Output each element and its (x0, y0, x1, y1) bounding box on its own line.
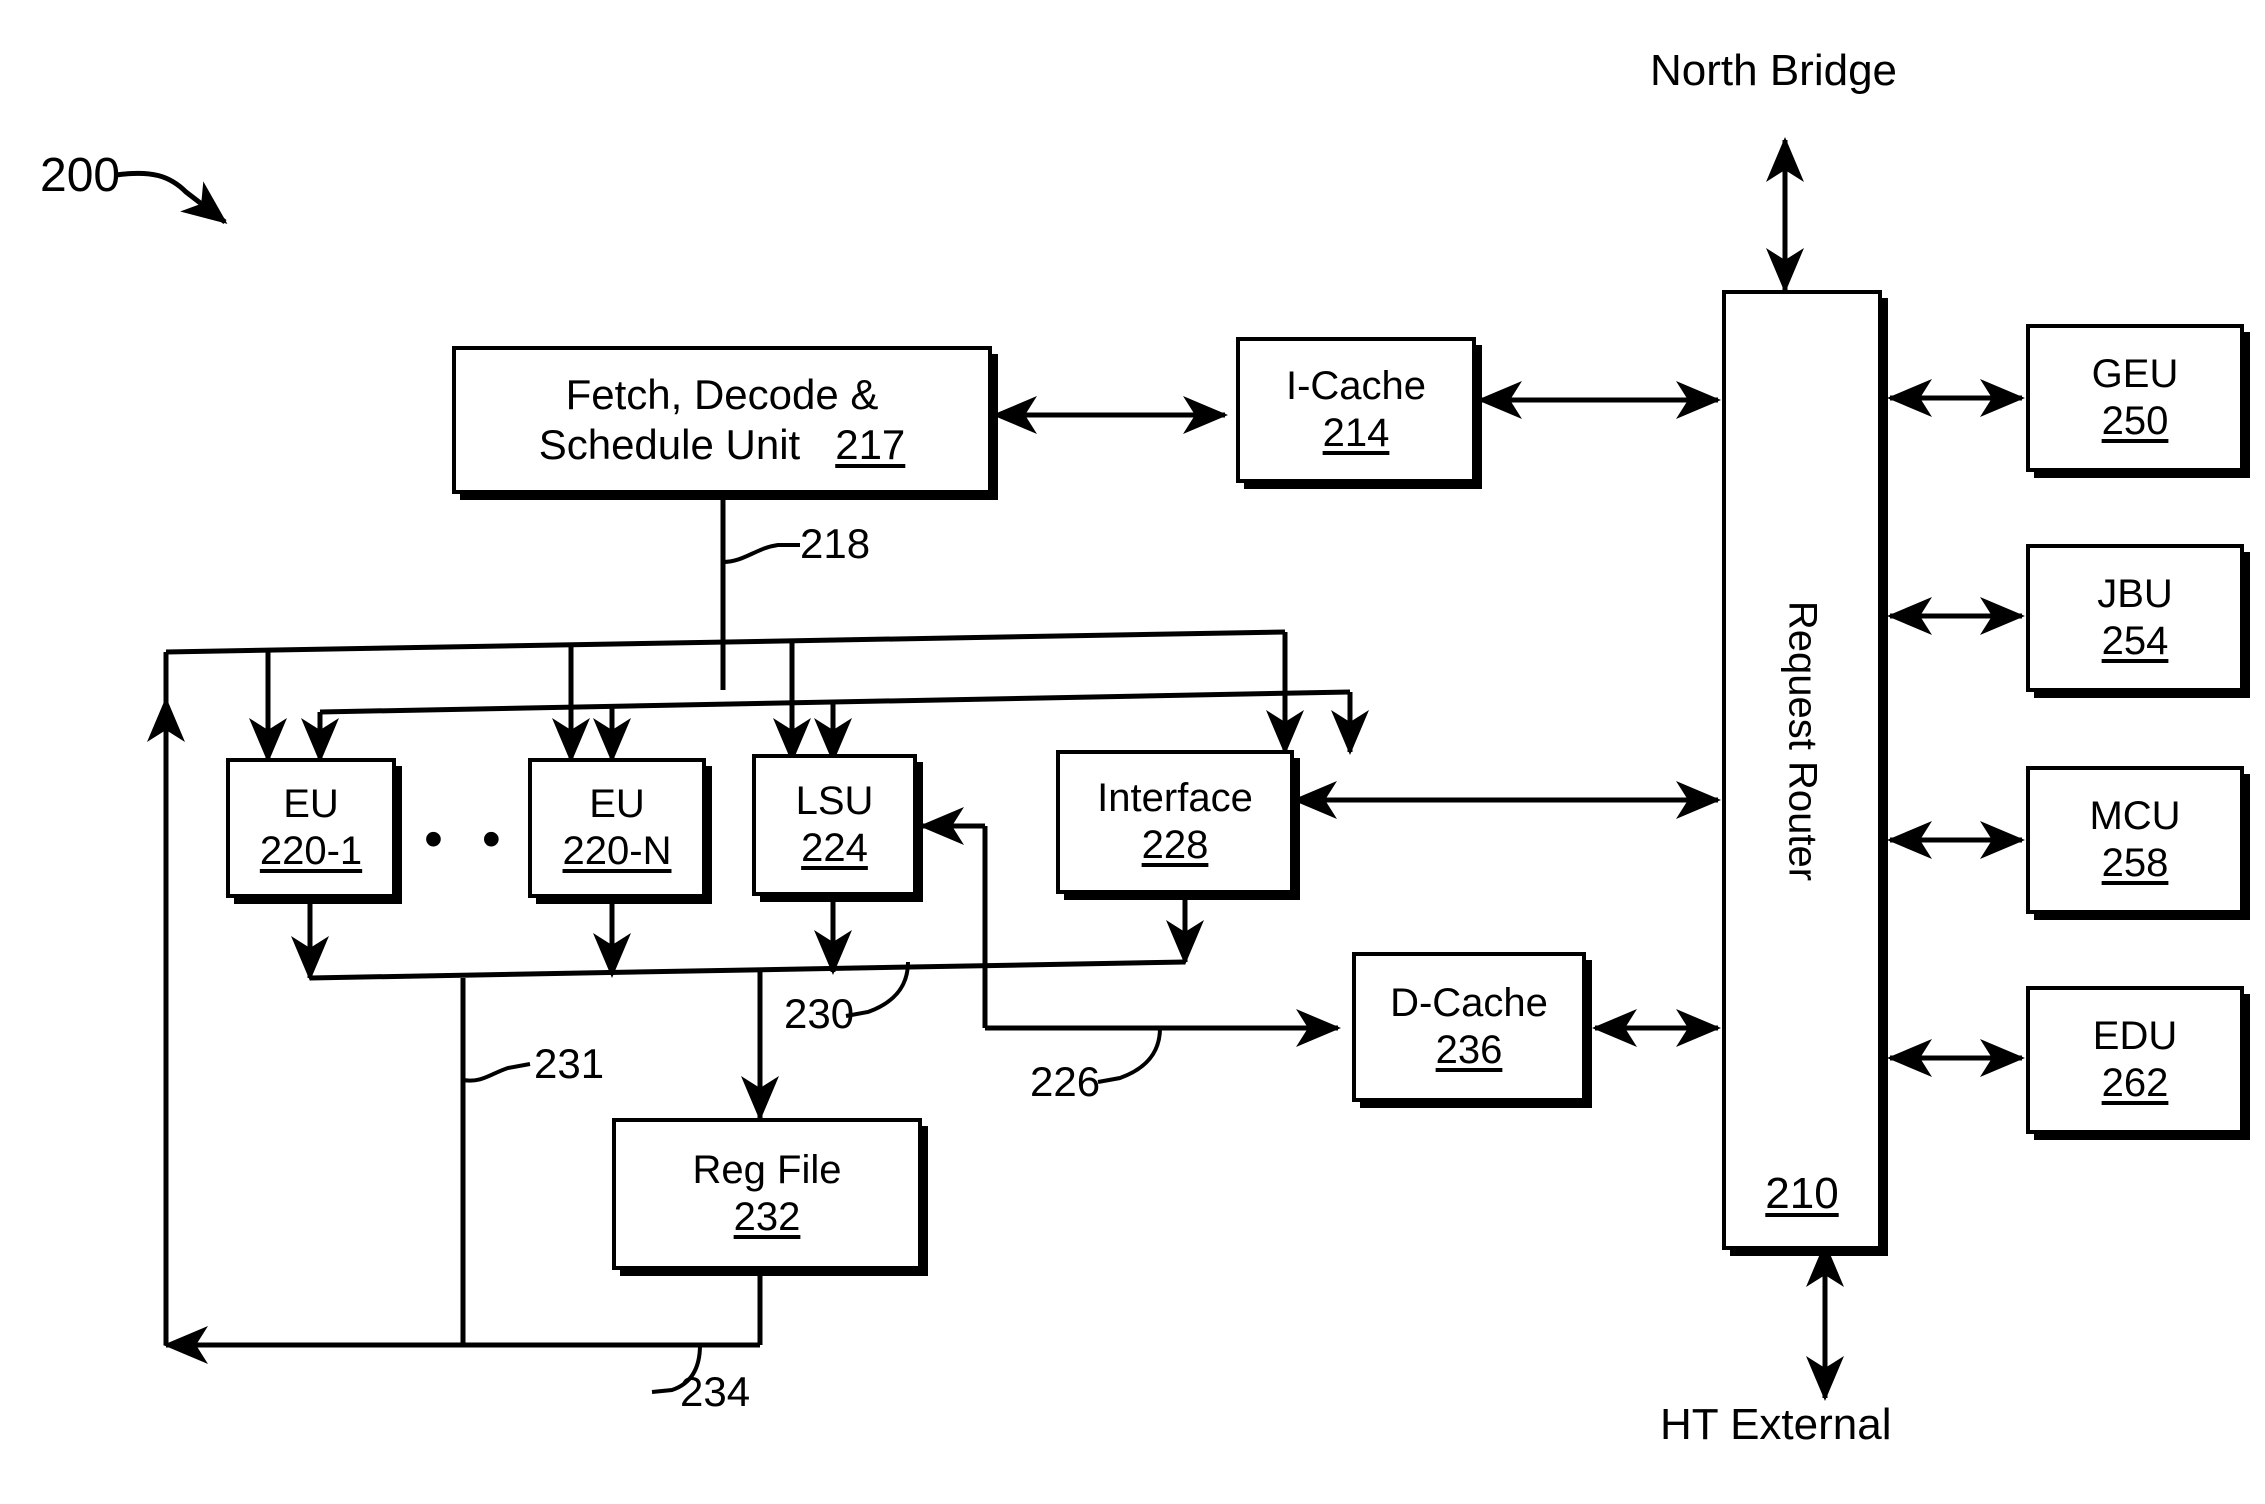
block-label: GEU (2091, 351, 2179, 396)
block-reg-file[interactable]: Reg File 232 (612, 1118, 922, 1270)
block-label: JBU (2097, 571, 2173, 616)
block-ref: 220-N (562, 829, 672, 873)
figure-tag-200: 200 (40, 149, 121, 202)
block-ref: 236 (1435, 1028, 1503, 1072)
block-label: Fetch, Decode & (565, 371, 879, 419)
block-ref: 258 (2101, 841, 2169, 885)
label-ht-external: HT External (1660, 1400, 1892, 1449)
block-eu-first[interactable]: EU 220-1 (226, 758, 396, 898)
block-ref: 224 (801, 826, 868, 870)
label-leader-226 (1097, 1027, 1162, 1084)
result-collection-bus (309, 959, 1186, 981)
block-edu[interactable]: EDU 262 (2026, 986, 2244, 1134)
block-ref: 262 (2101, 1061, 2169, 1105)
block-label: MCU (2089, 793, 2181, 838)
block-label: LSU (795, 778, 874, 823)
block-interface[interactable]: Interface 228 (1056, 750, 1294, 894)
block-label: EDU (2092, 1013, 2178, 1058)
block-ref: 210 (1765, 1169, 1839, 1219)
block-ref: 250 (2101, 399, 2169, 443)
block-label: Interface (1097, 775, 1253, 820)
figure-tag-leader (115, 170, 228, 224)
label-leader-218 (722, 543, 800, 564)
block-label-line2: Schedule Unit (538, 421, 801, 468)
ref-tag-218: 218 (800, 520, 871, 567)
block-fetch-decode-schedule-unit[interactable]: Fetch, Decode & Schedule Unit 217 (452, 346, 992, 494)
block-jbu[interactable]: JBU 254 (2026, 544, 2244, 692)
block-label: EU (589, 781, 645, 826)
block-geu[interactable]: GEU 250 (2026, 324, 2244, 472)
block-ref: 220-1 (259, 829, 363, 873)
block-ref: 232 (733, 1195, 801, 1239)
block-dcache[interactable]: D-Cache 236 (1352, 952, 1586, 1102)
ref-tag-234: 234 (680, 1368, 751, 1415)
block-mcu[interactable]: MCU 258 (2026, 766, 2244, 914)
ref-tag-226: 226 (1030, 1058, 1101, 1105)
patent-figure-200: Fetch, Decode & Schedule Unit 217 I-Cach… (0, 0, 2265, 1504)
label-north-bridge: North Bridge (1650, 46, 1898, 95)
block-ref: 228 (1141, 823, 1209, 867)
label-leader-231 (462, 1062, 531, 1083)
block-ref: 254 (2101, 619, 2169, 663)
block-ref: 214 (1322, 411, 1390, 455)
block-label: Reg File (692, 1147, 842, 1192)
block-ref: 217 (835, 421, 906, 468)
block-label: Request Router (1780, 601, 1825, 882)
block-request-router[interactable]: Request Router 210 (1722, 290, 1882, 1250)
block-icache[interactable]: I-Cache 214 (1236, 337, 1476, 483)
block-label: I-Cache (1285, 363, 1427, 408)
ref-tag-231: 231 (534, 1040, 605, 1087)
block-label: EU (283, 781, 339, 826)
block-lsu[interactable]: LSU 224 (752, 754, 917, 896)
ref-tag-230: 230 (784, 990, 855, 1037)
block-label: D-Cache (1390, 980, 1548, 1025)
block-eu-last[interactable]: EU 220-N (528, 758, 706, 898)
